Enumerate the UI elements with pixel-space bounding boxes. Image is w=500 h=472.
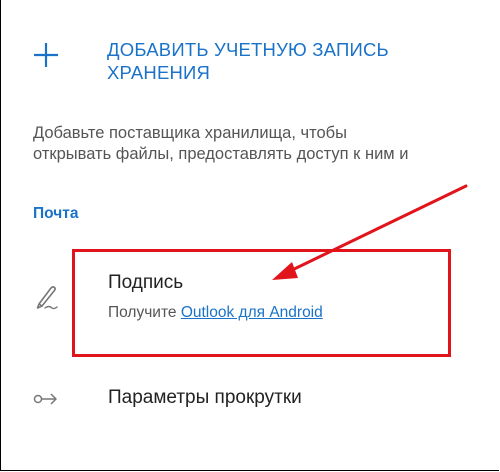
- plus-icon: [34, 43, 58, 67]
- storage-description-line1: Добавьте поставщика хранилища, чтобы: [33, 124, 347, 142]
- storage-description: Добавьте поставщика хранилища, чтобы отк…: [33, 123, 493, 165]
- add-storage-account-label: ДОБАВИТЬ УЧЕТНУЮ ЗАПИСЬ ХРАНЕНИЯ: [107, 38, 467, 84]
- add-storage-label-line2: ХРАНЕНИЯ: [107, 62, 211, 83]
- swipe-arrow-icon: [33, 393, 57, 405]
- annotation-highlight-box: [72, 249, 451, 357]
- scroll-settings-item[interactable]: Параметры прокрутки: [33, 383, 473, 419]
- scroll-settings-label: Параметры прокрутки: [108, 387, 302, 408]
- storage-description-line2: открывать файлы, предоставлять доступ к …: [33, 145, 409, 163]
- add-storage-label-line1: ДОБАВИТЬ УЧЕТНУЮ ЗАПИСЬ: [107, 39, 389, 60]
- signature-pen-icon: [36, 286, 58, 310]
- add-storage-account-button[interactable]: ДОБАВИТЬ УЧЕТНУЮ ЗАПИСЬ ХРАНЕНИЯ: [33, 38, 473, 88]
- mail-section-header: Почта: [33, 205, 79, 222]
